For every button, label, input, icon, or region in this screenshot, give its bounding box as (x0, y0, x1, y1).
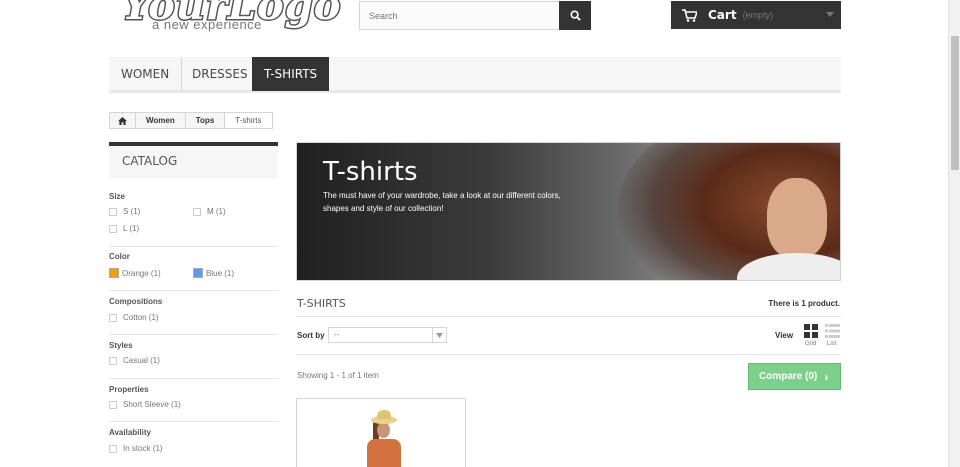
product-card[interactable] (296, 398, 466, 467)
cart-icon (682, 8, 697, 22)
chevron-right-icon: › (824, 369, 829, 384)
filter-short-sleeve[interactable]: Short Sleeve (1) (109, 400, 181, 409)
filter-option-label: Casual (1) (123, 356, 160, 365)
banner-image-face (767, 178, 827, 258)
filter-option-label: Blue (1) (206, 268, 235, 278)
filter-casual[interactable]: Casual (1) (109, 356, 160, 365)
filter-cotton[interactable]: Cotton (1) (109, 313, 159, 322)
site-logo[interactable]: YourLogo a new experience (120, 0, 341, 32)
search-bar (359, 1, 591, 30)
filter-size-s[interactable]: S (1) (109, 207, 140, 216)
catalog-heading: CATALOG (109, 142, 278, 178)
divider (109, 246, 278, 247)
search-icon (569, 10, 581, 21)
compare-button[interactable]: Compare (0) › (748, 363, 841, 390)
filter-compositions-title: Compositions (109, 297, 163, 306)
filter-option-label: In stock (1) (123, 444, 163, 453)
divider (109, 421, 278, 422)
filter-option-label: L (1) (123, 224, 140, 233)
breadcrumb: Women Tops T-shirts (109, 112, 273, 129)
breadcrumb-home[interactable] (110, 113, 136, 128)
divider (296, 316, 841, 317)
page-scrollbar[interactable] (948, 0, 960, 467)
filter-size-title: Size (109, 192, 126, 201)
product-image-face (377, 422, 390, 438)
divider (296, 354, 841, 355)
view-label: View (775, 331, 794, 340)
filter-size-l[interactable]: L (1) (109, 224, 139, 233)
search-button[interactable] (559, 1, 591, 30)
category-banner: T-shirts The must have of your wardrobe,… (296, 142, 841, 281)
breadcrumb-tops[interactable]: Tops (186, 113, 226, 128)
view-list-button[interactable] (825, 324, 840, 341)
main-menu: WOMEN DRESSES T-SHIRTS (109, 57, 841, 93)
filter-size-m[interactable]: M (1) (193, 207, 226, 216)
breadcrumb-current: T-shirts (225, 113, 272, 128)
checkbox[interactable] (109, 313, 117, 322)
filter-option-label: Short Sleeve (1) (123, 400, 181, 409)
list-icon (825, 324, 840, 338)
product-count: There is 1 product. (768, 299, 840, 308)
checkbox[interactable] (109, 207, 117, 216)
cart-status: (empty) (742, 10, 774, 20)
filter-in-stock[interactable]: In stock (1) (109, 444, 163, 453)
product-image-body (367, 439, 401, 467)
filter-color-orange[interactable]: Orange (1) (109, 268, 161, 278)
filter-availability-title: Availability (109, 428, 151, 437)
filter-option-label: S (1) (123, 207, 141, 216)
checkbox[interactable] (109, 356, 117, 365)
filter-option-label: M (1) (207, 207, 226, 216)
view-list-label: List (827, 341, 837, 347)
breadcrumb-women[interactable]: Women (136, 113, 186, 128)
cart-label: Cart (708, 8, 737, 22)
checkbox[interactable] (109, 444, 117, 453)
color-swatch-orange[interactable] (109, 268, 119, 278)
grid-icon (804, 324, 818, 338)
divider (109, 378, 278, 379)
sort-select[interactable]: -- (328, 327, 447, 343)
cart-button[interactable]: Cart (empty) (671, 1, 841, 29)
category-title: T-shirts (323, 157, 418, 187)
divider (109, 334, 278, 335)
sort-value: -- (334, 330, 340, 339)
filter-properties-title: Properties (109, 385, 149, 394)
search-input[interactable] (360, 2, 559, 29)
chevron-down-icon (432, 328, 446, 342)
color-swatch-blue[interactable] (193, 268, 203, 278)
view-grid-button[interactable] (804, 324, 818, 341)
menu-item-women[interactable]: WOMEN (109, 57, 183, 91)
view-grid-label: Grid (805, 341, 817, 347)
scrollbar-thumb[interactable] (951, 36, 959, 170)
compare-label: Compare (0) (759, 371, 818, 382)
home-icon (118, 116, 127, 125)
divider (109, 290, 278, 291)
chevron-down-icon (826, 12, 834, 17)
filter-color-title: Color (109, 252, 130, 261)
checkbox[interactable] (109, 224, 117, 233)
filter-option-label: Cotton (1) (123, 313, 159, 322)
page-heading: T-SHIRTS (297, 297, 346, 310)
logo-tagline: a new experience (152, 17, 262, 32)
sort-label: Sort by (297, 331, 325, 340)
filter-option-label: Orange (1) (122, 268, 161, 278)
menu-item-dresses[interactable]: DRESSES (180, 57, 261, 91)
showing-count: Showing 1 - 1 of 1 item (297, 371, 379, 380)
filter-styles-title: Styles (109, 341, 133, 350)
filter-color-blue[interactable]: Blue (1) (193, 268, 234, 278)
category-description: The must have of your wardrobe, take a l… (323, 191, 561, 213)
product-image-hat-top (377, 410, 391, 419)
checkbox[interactable] (193, 207, 201, 216)
menu-item-tshirts[interactable]: T-SHIRTS (252, 57, 330, 91)
checkbox[interactable] (109, 400, 117, 409)
